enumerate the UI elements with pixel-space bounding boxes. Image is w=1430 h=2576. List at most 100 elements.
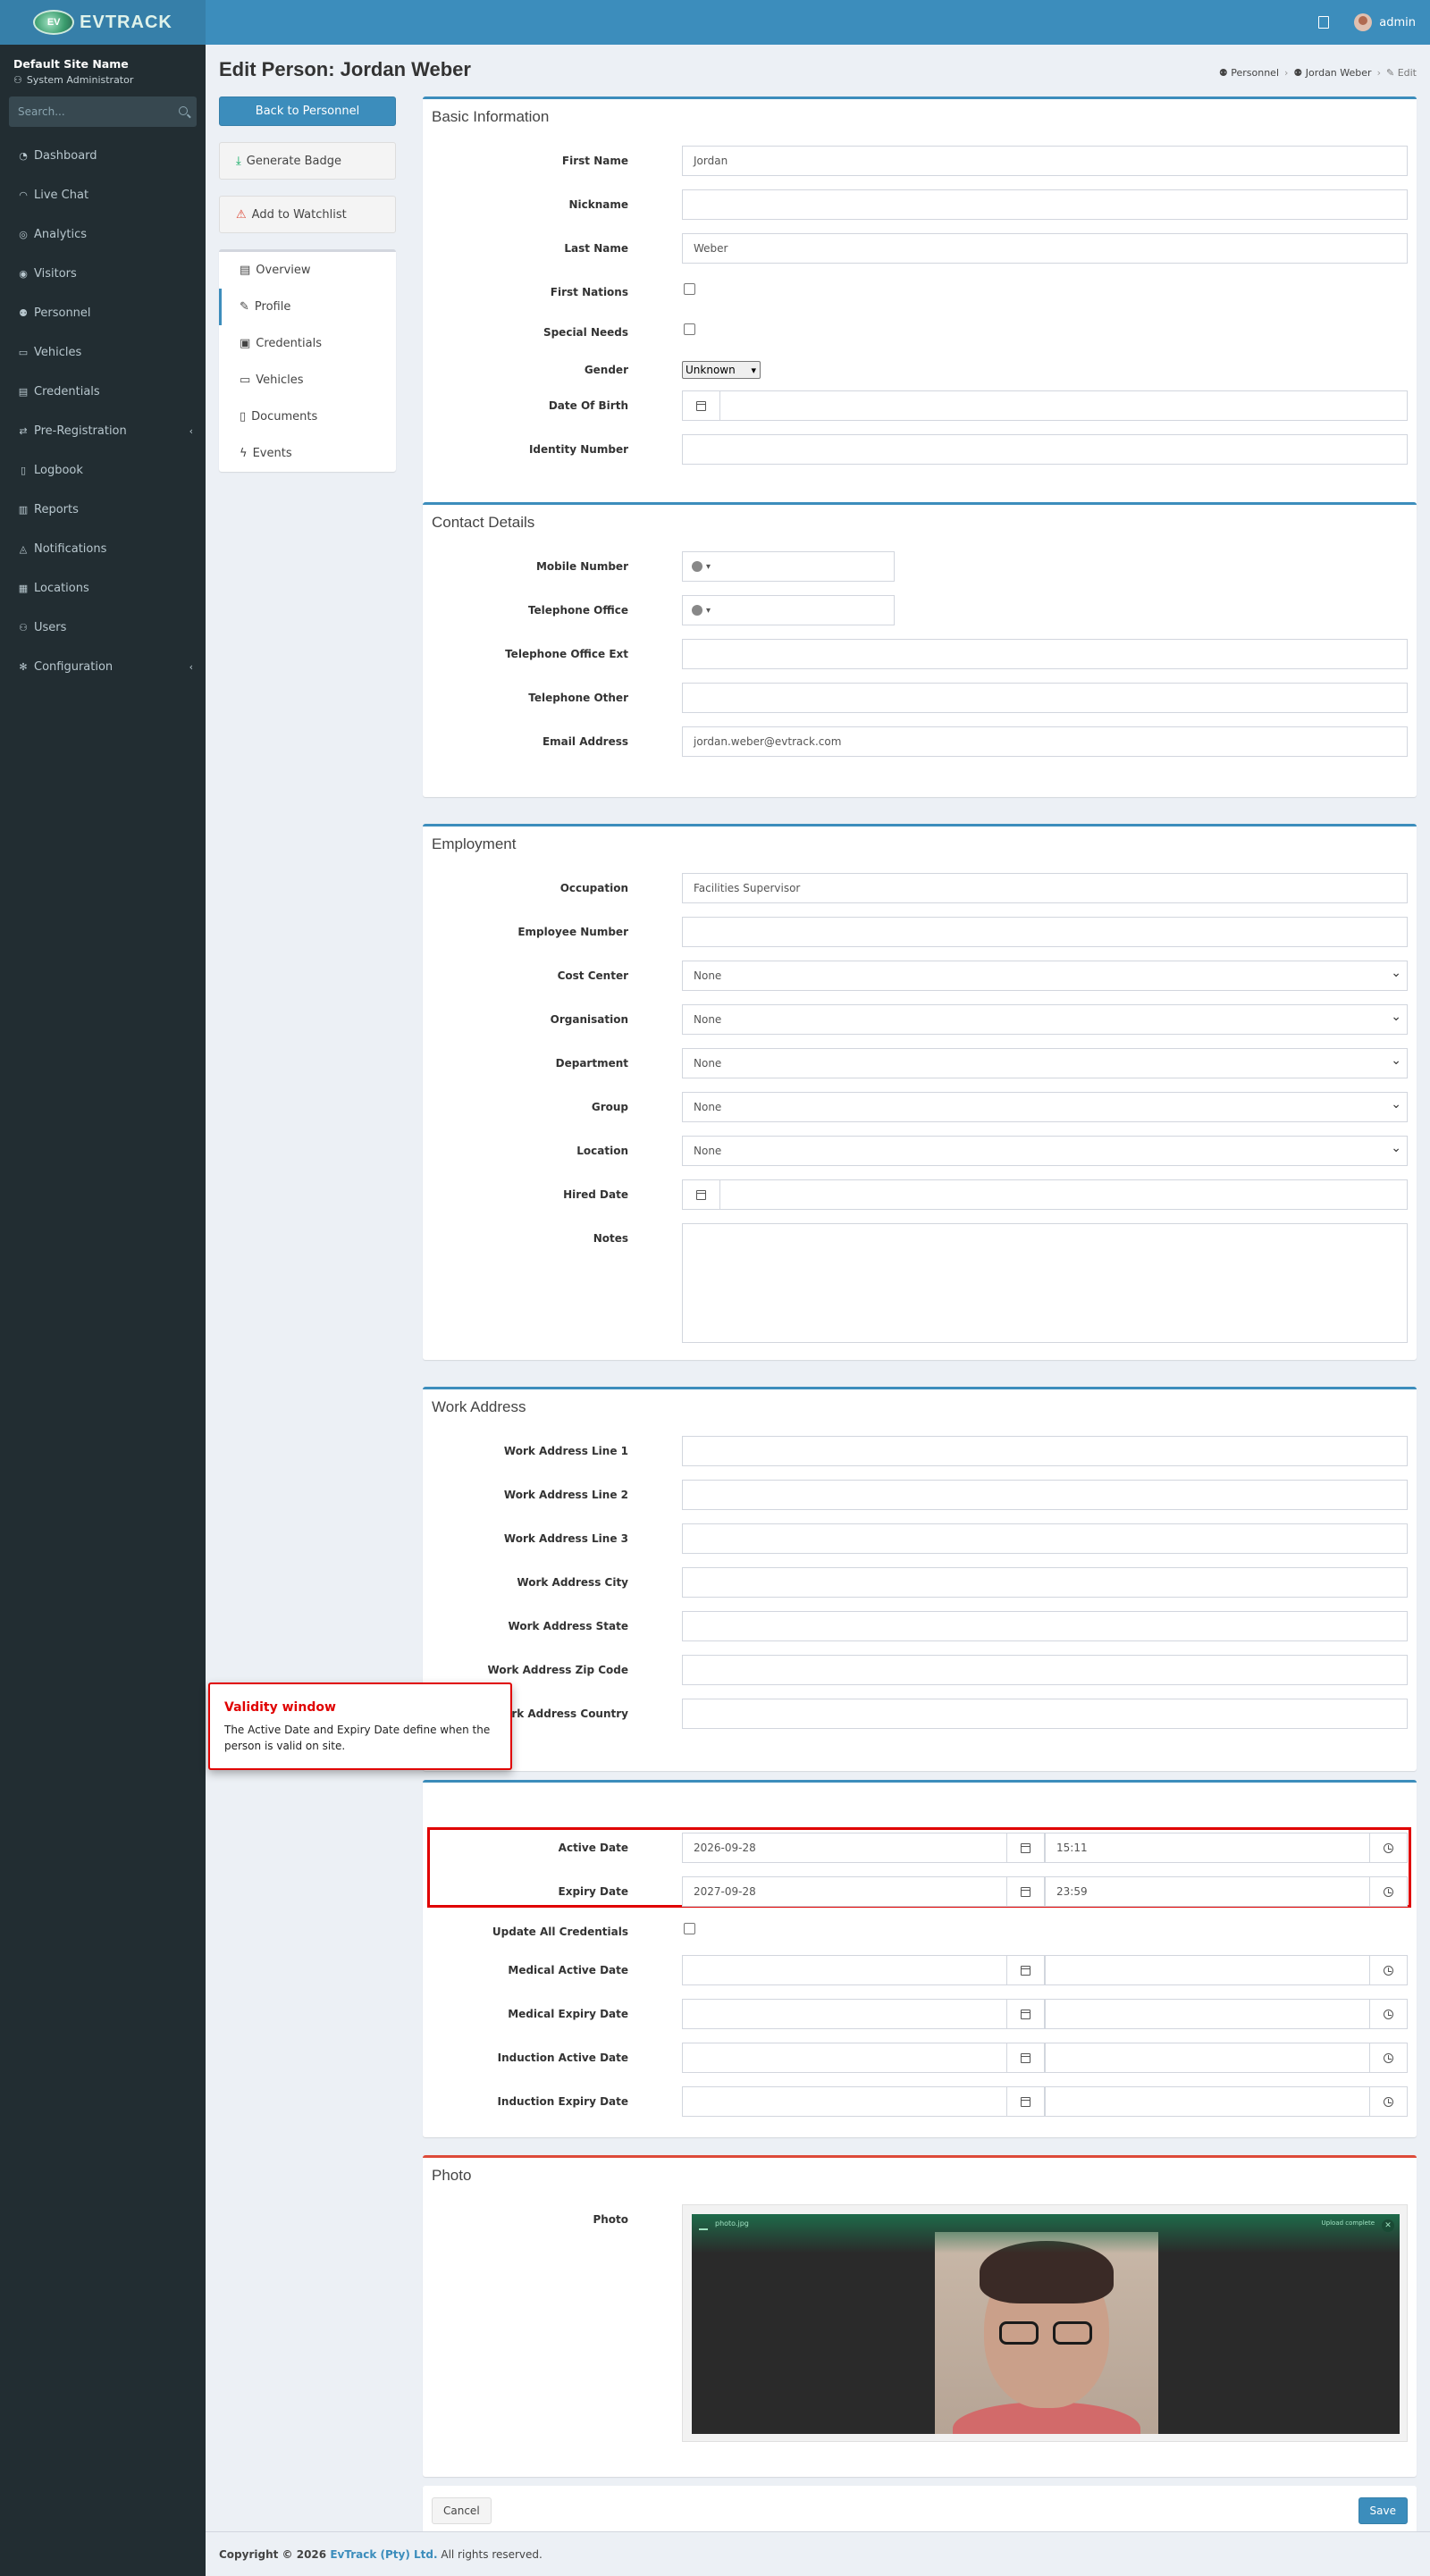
medical-active-date-input[interactable] bbox=[682, 1955, 1045, 1985]
globe-icon[interactable] bbox=[692, 561, 702, 572]
sidebar-item-credentials[interactable]: ▤ Credentials bbox=[0, 372, 206, 411]
menu-item-events[interactable]: ϟ Events bbox=[219, 435, 396, 472]
globe-icon[interactable] bbox=[692, 605, 702, 616]
menu-item-vehicles[interactable]: ▭ Vehicles bbox=[219, 362, 396, 399]
add-to-watchlist-button[interactable]: ⚠ Add to Watchlist bbox=[219, 196, 396, 233]
document-icon[interactable] bbox=[1318, 16, 1330, 29]
clock-icon[interactable] bbox=[1384, 1965, 1393, 1976]
sidebar-item-logbook[interactable]: ▯ Logbook bbox=[0, 450, 206, 490]
update-all-credentials-checkbox[interactable] bbox=[684, 1923, 695, 1934]
sidebar-item-live-chat[interactable]: ◠ Live Chat bbox=[0, 175, 206, 214]
mobile-number-field[interactable]: ▾ bbox=[682, 551, 895, 582]
group-select[interactable]: None bbox=[682, 1092, 1408, 1122]
calendar-icon[interactable] bbox=[1021, 1886, 1030, 1897]
sidebar-item-notifications[interactable]: ◬ Notifications bbox=[0, 529, 206, 568]
search-input[interactable] bbox=[9, 96, 197, 127]
sidebar-item-locations[interactable]: ▦ Locations bbox=[0, 568, 206, 608]
department-select[interactable]: None bbox=[682, 1048, 1408, 1078]
first-name-field[interactable]: Jordan bbox=[682, 146, 1408, 176]
telephone-other-field[interactable] bbox=[682, 683, 1408, 713]
occupation-field[interactable]: Facilities Supervisor bbox=[682, 873, 1408, 903]
expiry-time-input[interactable]: 23:59 bbox=[1045, 1876, 1408, 1907]
breadcrumb-personnel[interactable]: ⚉ Personnel bbox=[1219, 67, 1279, 79]
last-name-field[interactable]: Weber bbox=[682, 233, 1408, 264]
dob-field[interactable] bbox=[682, 390, 1408, 421]
gender-select[interactable]: Unknown bbox=[682, 361, 761, 379]
sidebar-item-reports[interactable]: ▥ Reports bbox=[0, 490, 206, 529]
user-menu[interactable]: admin bbox=[1354, 13, 1416, 31]
clock-icon[interactable] bbox=[1384, 1842, 1393, 1853]
upload-status: Upload complete bbox=[1321, 2219, 1375, 2227]
special-needs-checkbox[interactable] bbox=[684, 323, 695, 335]
sidebar-item-analytics[interactable]: ◎ Analytics bbox=[0, 214, 206, 254]
telephone-office-ext-field[interactable] bbox=[682, 639, 1408, 669]
location-select[interactable]: None bbox=[682, 1136, 1408, 1166]
menu-item-documents[interactable]: ▯ Documents bbox=[219, 399, 396, 435]
generate-badge-button[interactable]: ⤓ Generate Badge bbox=[219, 142, 396, 180]
work-address-line3-field[interactable] bbox=[682, 1523, 1408, 1554]
active-date-input[interactable]: 2026-09-28 bbox=[682, 1833, 1045, 1863]
clock-icon[interactable] bbox=[1384, 1886, 1393, 1897]
breadcrumb-person[interactable]: ⚉ Jordan Weber bbox=[1293, 67, 1371, 79]
content-wrapper: Edit Person: Jordan Weber ⚉ Personnel › … bbox=[206, 45, 1430, 2576]
calendar-icon[interactable] bbox=[696, 1189, 706, 1200]
menu-item-credentials[interactable]: ▣ Credentials bbox=[219, 325, 396, 362]
sidebar-item-users[interactable]: ⚇ Users bbox=[0, 608, 206, 647]
organisation-select[interactable]: None bbox=[682, 1004, 1408, 1035]
clock-icon[interactable] bbox=[1384, 2009, 1393, 2019]
work-address-country-field[interactable] bbox=[682, 1699, 1408, 1729]
first-nations-checkbox[interactable] bbox=[684, 283, 695, 295]
sidebar-item-vehicles[interactable]: ▭ Vehicles bbox=[0, 332, 206, 372]
employee-number-field[interactable] bbox=[682, 917, 1408, 947]
calendar-icon[interactable] bbox=[1021, 2096, 1030, 2107]
work-address-line1-field[interactable] bbox=[682, 1436, 1408, 1466]
clock-icon[interactable] bbox=[1384, 2096, 1393, 2107]
field-label: Medical Expiry Date bbox=[508, 2008, 628, 2020]
medical-expiry-date-input[interactable] bbox=[682, 1999, 1045, 2029]
telephone-office-field[interactable]: ▾ bbox=[682, 595, 895, 625]
work-address-state-field[interactable] bbox=[682, 1611, 1408, 1641]
hired-date-field[interactable] bbox=[682, 1179, 1408, 1210]
work-address-line2-field[interactable] bbox=[682, 1480, 1408, 1510]
work-address-city-field[interactable] bbox=[682, 1567, 1408, 1598]
nickname-field[interactable] bbox=[682, 189, 1408, 220]
chevron-left-icon: ‹ bbox=[189, 660, 193, 673]
expiry-date-input[interactable]: 2027-09-28 bbox=[682, 1876, 1045, 1907]
calendar-icon[interactable] bbox=[1021, 1965, 1030, 1976]
active-time-input[interactable]: 15:11 bbox=[1045, 1833, 1408, 1863]
sidebar-item-configuration[interactable]: ✻ Configuration ‹ bbox=[0, 647, 206, 686]
medical-expiry-time-input[interactable] bbox=[1045, 1999, 1408, 2029]
sidebar-item-personnel[interactable]: ⚉ Personnel bbox=[0, 293, 206, 332]
menu-item-overview[interactable]: ▤ Overview bbox=[219, 252, 396, 289]
calendar-icon[interactable] bbox=[1021, 2052, 1030, 2063]
photo-dropzone[interactable]: photo.jpg Upload complete ✕ bbox=[682, 2204, 1408, 2442]
induction-expiry-time-input[interactable] bbox=[1045, 2086, 1408, 2117]
menu-item-profile[interactable]: ✎ Profile bbox=[219, 289, 396, 325]
close-icon[interactable]: ✕ bbox=[1382, 2219, 1394, 2232]
calendar-icon[interactable] bbox=[1021, 2009, 1030, 2019]
induction-expiry-date-input[interactable] bbox=[682, 2086, 1045, 2117]
save-button[interactable]: Save bbox=[1358, 2497, 1408, 2524]
sidebar-item-pre-registration[interactable]: ⇄ Pre-Registration ‹ bbox=[0, 411, 206, 450]
sidebar-item-visitors[interactable]: ◉ Visitors bbox=[0, 254, 206, 293]
medical-active-time-input[interactable] bbox=[1045, 1955, 1408, 1985]
sidebar-item-dashboard[interactable]: ◔ Dashboard bbox=[0, 136, 206, 175]
calendar-icon[interactable] bbox=[1021, 1842, 1030, 1853]
field-label: Work Address Line 2 bbox=[503, 1489, 628, 1501]
work-address-zip-field[interactable] bbox=[682, 1655, 1408, 1685]
induction-active-date-input[interactable] bbox=[682, 2043, 1045, 2073]
medical-expiry-field bbox=[682, 1999, 1408, 2029]
back-to-personnel-button[interactable]: Back to Personnel bbox=[219, 96, 396, 126]
search-icon[interactable] bbox=[179, 106, 188, 115]
calendar-icon[interactable] bbox=[696, 400, 706, 411]
cost-center-select[interactable]: None bbox=[682, 961, 1408, 991]
company-link[interactable]: EvTrack (Pty) Ltd. bbox=[330, 2548, 437, 2561]
clock-icon[interactable] bbox=[1384, 2052, 1393, 2063]
induction-active-time-input[interactable] bbox=[1045, 2043, 1408, 2073]
identity-number-field[interactable] bbox=[682, 434, 1408, 465]
notes-textarea[interactable] bbox=[682, 1223, 1408, 1343]
email-field[interactable]: jordan.weber@evtrack.com bbox=[682, 726, 1408, 757]
user-name: admin bbox=[1379, 15, 1416, 29]
cancel-button[interactable]: Cancel bbox=[432, 2497, 492, 2524]
logo[interactable]: EV EVTRACK bbox=[0, 0, 206, 45]
